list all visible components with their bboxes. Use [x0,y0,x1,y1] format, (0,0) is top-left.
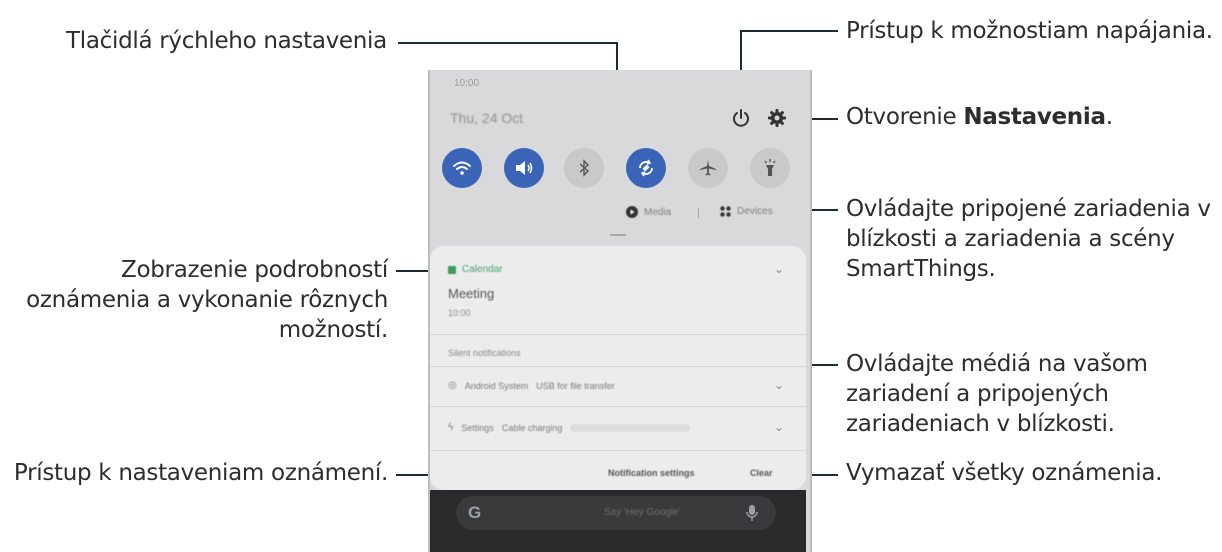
home-screen-area: G Say 'Hey Google' [430,490,806,552]
event-time: 10:00 [448,308,471,318]
devices-grid-icon [720,206,731,217]
chevron-down-icon[interactable]: ⌄ [774,420,784,434]
callout-media-line-3: zariadeniach v blízkosti. [846,411,1115,437]
flashlight-icon [764,159,776,176]
callout-notif-details-line-1: Zobrazenie podrobností [121,257,388,283]
connector-quick-settings-h [398,42,618,44]
lightning-icon: ϟ [448,422,454,433]
notification-settings-button[interactable]: Notification settings [608,468,695,478]
callout-smartthings-line-1: Ovládajte pripojené zariadenia v [846,196,1211,222]
bluetooth-icon [579,159,590,177]
callout-open-settings: Otvorenie Nastavenia. [846,102,1113,132]
callout-media: Ovládajte médiá na vašom zariadení a pri… [846,349,1148,439]
callout-smartthings: Ovládajte pripojené zariadenia v blízkos… [846,194,1211,284]
android-system-app: Android System [464,380,529,391]
callout-notification-settings: Prístup k nastaveniam oznámení. [13,460,388,486]
divider [430,406,806,407]
settings-app: Settings [461,422,494,433]
callout-power-options: Prístup k možnostiam napájania. [846,18,1213,44]
callout-open-settings-prefix: Otvorenie [846,104,964,130]
callout-open-settings-bold: Nastavenia [963,104,1106,130]
play-icon [626,206,638,218]
google-icon: G [468,503,482,522]
search-placeholder: Say 'Hey Google' [604,507,681,518]
settings-notification[interactable]: ϟ Settings Cable charging [448,422,691,433]
devices-label: Devices [737,206,773,217]
sound-toggle[interactable] [504,148,544,188]
callout-clear-all: Vymazať všetky oznámenia. [846,460,1163,486]
auto-rotate-icon [639,159,653,177]
android-system-text: USB for file transfer [536,380,615,391]
charging-progress [570,423,691,432]
android-system-icon: ◎ [448,380,457,391]
separator [698,208,699,218]
callout-open-settings-suffix: . [1105,104,1113,130]
devices-button[interactable]: Devices [720,206,773,217]
calendar-icon [448,265,456,274]
power-icon[interactable] [730,107,752,129]
chevron-down-icon[interactable]: ⌄ [774,262,784,276]
media-button[interactable]: Media [626,206,671,218]
wifi-icon [453,161,471,175]
sound-icon [516,161,533,175]
clear-button[interactable]: Clear [750,468,773,478]
mic-icon[interactable] [746,504,758,522]
connector-power-h [740,30,838,32]
callout-smartthings-line-2: blízkosti a zariadenia a scény [846,226,1175,252]
chevron-down-icon[interactable]: ⌄ [774,378,784,392]
calendar-app-name: Calendar [462,264,503,275]
status-time: 10:00 [454,78,480,89]
airplane-icon [700,160,716,176]
notification-panel: 10:00 Thu, 24 Oct Media Devices Calendar… [428,70,812,552]
settings-text: Cable charging [501,422,563,433]
google-search-bar[interactable]: G Say 'Hey Google' [456,496,776,530]
callout-smartthings-line-3: SmartThings. [846,256,996,282]
event-title[interactable]: Meeting [448,286,494,301]
silent-notifications-header: Silent notifications [448,348,521,358]
android-system-notification[interactable]: ◎ Android System USB for file transfer [448,380,615,391]
wifi-toggle[interactable] [442,148,482,188]
callout-notif-details-line-2: oznámenia a vykonanie rôznych [26,287,388,313]
gear-icon[interactable] [766,107,788,129]
callout-quick-settings-buttons: Tlačidlá rýchleho nastavenia [66,28,387,54]
divider [430,366,806,367]
callout-notif-details-line-3: možností. [278,317,389,343]
drag-handle[interactable] [610,234,626,236]
notification-card: Calendar ⌄ Meeting 10:00 Silent notifica… [430,246,806,490]
airplane-toggle[interactable] [688,148,728,188]
divider [430,334,806,335]
callout-notification-details: Zobrazenie podrobností oznámenia a vykon… [26,255,388,345]
calendar-notification-header[interactable]: Calendar [448,264,503,275]
callout-media-line-1: Ovládajte médiá na vašom [846,351,1148,377]
auto-rotate-toggle[interactable] [626,148,666,188]
bluetooth-toggle[interactable] [564,148,604,188]
quick-settings-row [430,138,806,200]
callout-media-line-2: zariadení a pripojených [846,381,1109,407]
media-label: Media [644,206,672,218]
date-label: Thu, 24 Oct [450,110,524,126]
media-devices-bar: Media Devices [430,202,806,226]
divider [430,450,806,451]
flashlight-toggle[interactable] [750,148,790,188]
